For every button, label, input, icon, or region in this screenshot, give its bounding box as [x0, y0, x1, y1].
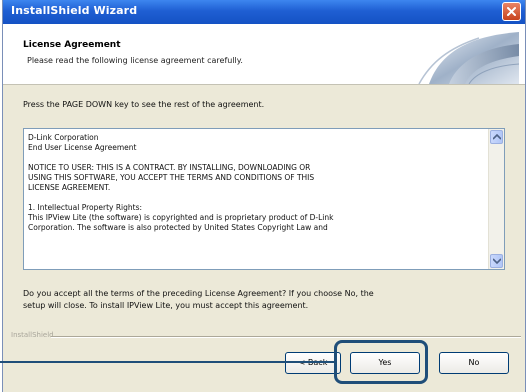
wizard-header: License Agreement Please read the follow… — [3, 24, 525, 85]
page-curl-graphic — [418, 32, 519, 84]
yes-button-highlight — [334, 340, 428, 384]
close-icon — [507, 7, 516, 16]
scroll-down-arrow-icon — [493, 258, 501, 264]
license-line: 1. Intellectual Property Rights: — [28, 203, 143, 212]
license-line: Corporation. The software is also protec… — [28, 223, 328, 232]
license-line: USING THIS SOFTWARE, YOU ACCEPT THE TERM… — [28, 173, 315, 182]
accept-question-line: Do you accept all the terms of the prece… — [23, 289, 374, 298]
license-line — [28, 153, 478, 163]
license-line — [28, 193, 478, 203]
license-line: End User License Agreement — [28, 143, 137, 152]
license-text-box[interactable]: D-Link Corporation End User License Agre… — [23, 128, 505, 270]
license-line: D-Link Corporation — [28, 133, 99, 142]
callout-pointer-line — [0, 361, 334, 363]
page-title: License Agreement — [23, 40, 121, 50]
no-button[interactable]: No — [439, 352, 509, 374]
scroll-down-button[interactable] — [490, 254, 503, 268]
window-title: InstallShield Wizard — [11, 4, 138, 17]
title-bar[interactable]: InstallShield Wizard — [3, 0, 525, 24]
license-line: LICENSE AGREEMENT. — [28, 183, 111, 192]
accept-question-line: setup will close. To install IPView Lite… — [23, 301, 309, 310]
scroll-up-button[interactable] — [490, 130, 503, 144]
accept-question: Do you accept all the terms of the prece… — [23, 288, 509, 312]
license-scrollbar[interactable] — [488, 129, 504, 269]
license-line: NOTICE TO USER: THIS IS A CONTRACT. BY I… — [28, 163, 311, 172]
page-subtitle: Please read the following license agreem… — [27, 56, 243, 65]
license-agreement-text: D-Link Corporation End User License Agre… — [28, 133, 478, 233]
back-button[interactable]: < Back — [285, 352, 341, 374]
license-line: This IPView Lite (the software) is copyr… — [28, 213, 334, 222]
installshield-brand: InstallShield — [11, 331, 54, 339]
close-button[interactable] — [502, 2, 521, 21]
footer-separator — [51, 336, 521, 338]
scroll-up-arrow-icon — [493, 134, 501, 140]
installshield-wizard-window: InstallShield Wizard License Agreement P… — [2, 0, 526, 392]
instruction-text: Press the PAGE DOWN key to see the rest … — [23, 100, 265, 109]
